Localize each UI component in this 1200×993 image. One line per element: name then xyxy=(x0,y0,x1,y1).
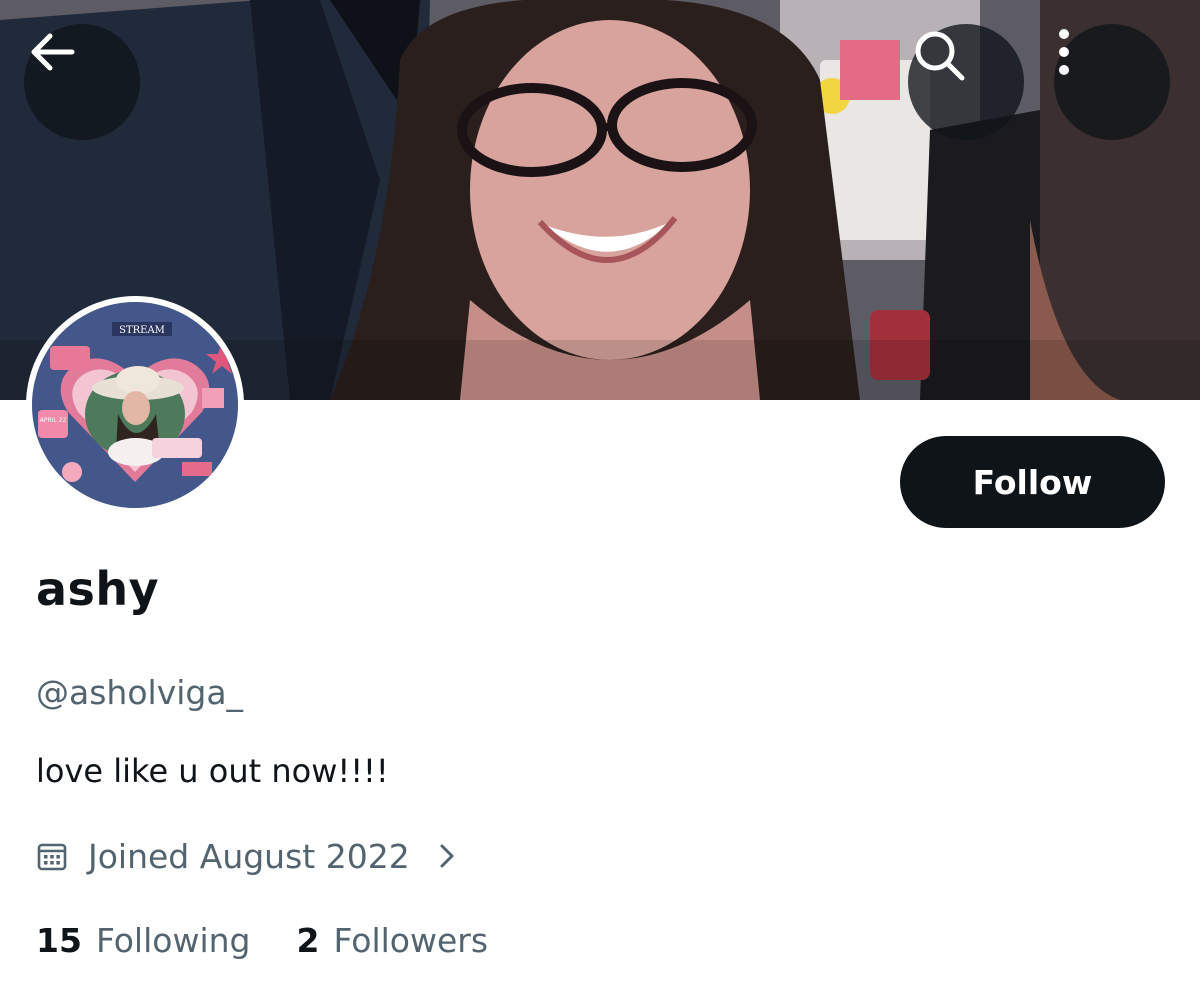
bio: love like u out now!!!! xyxy=(36,752,389,790)
avatar-image: STREAM APRIL 22 xyxy=(32,302,238,508)
followers-count: 2 xyxy=(296,920,320,960)
followers-label: Followers xyxy=(333,920,489,960)
back-button[interactable] xyxy=(24,24,140,140)
avatar[interactable]: STREAM APRIL 22 xyxy=(26,296,244,514)
more-vertical-icon xyxy=(1059,29,1069,75)
joined-date-row[interactable]: Joined August 2022 xyxy=(36,834,458,878)
date-label: APRIL 22 xyxy=(40,417,67,424)
follow-button[interactable]: Follow xyxy=(900,436,1165,528)
following-link[interactable]: 15 Following xyxy=(36,921,250,960)
joined-date-text: Joined August 2022 xyxy=(88,836,410,876)
profile-page: STREAM APRIL 22 Follow ashy @asholviga_ … xyxy=(0,0,1200,993)
more-options-button[interactable] xyxy=(1054,24,1170,140)
search-icon xyxy=(915,31,965,81)
arrow-left-icon xyxy=(31,33,75,71)
chevron-right-icon xyxy=(440,844,454,868)
calendar-icon xyxy=(37,843,67,871)
search-button[interactable] xyxy=(908,24,1024,140)
follow-stats: 15 Following 2 Followers xyxy=(36,918,488,962)
followers-link[interactable]: 2 Followers xyxy=(296,921,488,960)
following-count: 15 xyxy=(36,920,82,960)
display-name: ashy xyxy=(36,562,160,616)
following-label: Following xyxy=(95,920,251,960)
stream-label: STREAM xyxy=(119,325,165,336)
username-handle: @asholviga_ xyxy=(36,673,244,712)
